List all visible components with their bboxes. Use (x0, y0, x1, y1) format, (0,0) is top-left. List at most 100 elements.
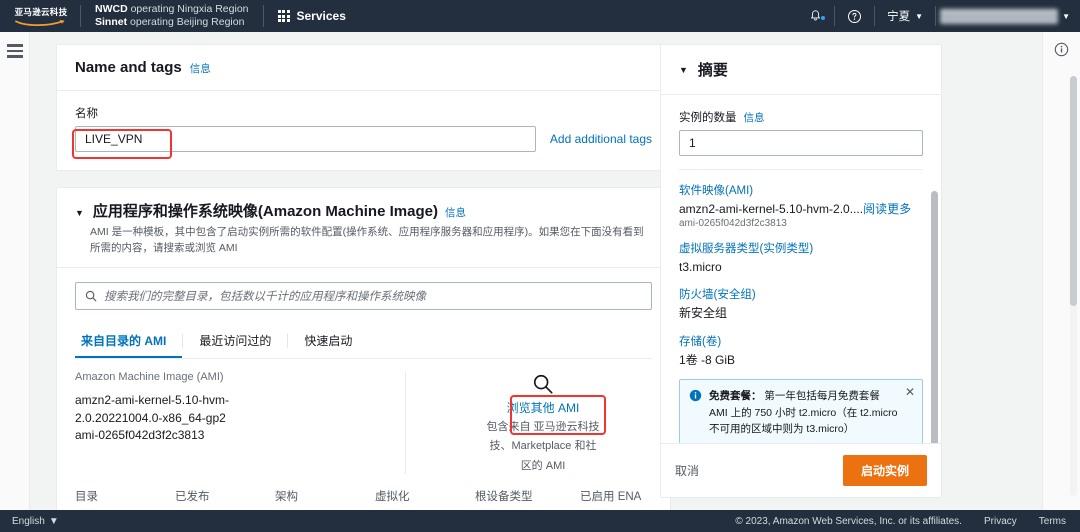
ami-search-box[interactable]: 搜索我们的完整目录，包括数以千计的应用程序和操作系统映像 (75, 281, 652, 310)
collapse-caret-icon[interactable]: ▼ (679, 65, 688, 75)
chevron-down-icon: ▼ (915, 11, 924, 21)
th-published: 已发布 (175, 491, 210, 503)
summary-scrollbar[interactable] (931, 191, 938, 443)
chevron-down-icon: ▼ (48, 515, 59, 527)
free-tier-alert-bold: 免费套餐： (709, 389, 762, 402)
tab-recently-visited[interactable]: 最近访问过的 (183, 324, 287, 358)
region-operator-info: NWCD operating Ningxia Region Sinnet ope… (81, 3, 263, 29)
summary-value-firewall: 新安全组 (679, 306, 728, 321)
browse-more-amis-panel: 浏览其他 AMI 包含来自 亚马逊云科技 技、Marketplace 和社 区的… (405, 370, 652, 474)
terms-link[interactable]: Terms (1039, 516, 1066, 527)
search-icon (533, 374, 553, 394)
read-more-link[interactable]: 阅读更多 (863, 202, 911, 216)
services-menu-button[interactable]: Services (264, 9, 358, 23)
logo-text: 亚马逊云科技 (14, 7, 68, 17)
search-icon (85, 290, 97, 301)
summary-link-ami[interactable]: 软件映像(AMI) (679, 182, 923, 198)
summary-header: ▼ 摘要 (661, 45, 941, 95)
ami-selected-info: Amazon Machine Image (AMI) amzn2-ami-ker… (75, 371, 405, 475)
page-scrollbar[interactable] (1070, 76, 1077, 496)
summary-title: 摘要 (697, 62, 728, 79)
summary-value-storage: 1卷 -8 GiB (679, 352, 736, 367)
info-link[interactable]: 信息 (744, 110, 765, 125)
page-title: Name and tags (75, 59, 182, 76)
grid-icon (277, 10, 290, 22)
language-label: English (12, 515, 45, 527)
copyright-text: © 2023, Amazon Web Services, Inc. or its… (735, 515, 962, 527)
info-link[interactable]: 信息 (190, 61, 211, 76)
th-catalog: 目录 (75, 491, 98, 503)
summary-value-instance-type: t3.micro (679, 260, 722, 275)
info-circle-icon[interactable] (1054, 42, 1069, 57)
name-and-tags-body: 名称 Add additional tags (57, 91, 670, 170)
help-button[interactable] (835, 9, 874, 24)
th-root-device-type: 根设备类型 (475, 491, 533, 503)
ami-header: ▼ 应用程序和操作系统映像(Amazon Machine Image) 信息 A… (57, 188, 670, 267)
summary-panel: ▼ 摘要 实例的数量 信息 软件映像(AMI) amzn2-ami-kernel… (660, 44, 942, 498)
th-architecture: 架构 (275, 491, 298, 503)
free-tier-alert-text: 免费套餐： 第一年包括每月免费套餐 AMI 上的 750 小时 t2.micro… (709, 388, 913, 438)
name-input[interactable] (75, 126, 536, 152)
ami-section-title: 应用程序和操作系统映像(Amazon Machine Image) (92, 203, 438, 220)
aws-logo[interactable]: 亚马逊云科技 (0, 6, 80, 26)
instance-count-label-row: 实例的数量 信息 (679, 109, 923, 125)
name-and-tags-header: Name and tags 信息 (57, 45, 670, 91)
summary-link-instance-type[interactable]: 虚拟服务器类型(实例类型) (679, 240, 923, 256)
top-navigation-bar: 亚马逊云科技 NWCD operating Ningxia Region Sin… (0, 0, 1080, 32)
free-tier-alert: 免费套餐： 第一年包括每月免费套餐 AMI 上的 750 小时 t2.micro… (679, 378, 923, 443)
chevron-down-icon: ▼ (1062, 11, 1070, 21)
ami-title-row: ▼ 应用程序和操作系统映像(Amazon Machine Image) 信息 (75, 200, 652, 221)
page-body: Name and tags 信息 名称 Add additional tags … (0, 32, 1080, 532)
browse-more-amis-link[interactable]: 浏览其他 AMI (434, 399, 652, 416)
instance-count-label: 实例的数量 (679, 112, 737, 124)
ami-detail: Amazon Machine Image (AMI) amzn2-ami-ker… (57, 359, 670, 475)
summary-card: ▼ 摘要 实例的数量 信息 软件映像(AMI) amzn2-ami-kernel… (660, 44, 942, 498)
notifications-button[interactable] (797, 9, 834, 23)
name-field-label: 名称 (75, 108, 98, 120)
privacy-link[interactable]: Privacy (984, 516, 1017, 527)
footer-right-group: © 2023, Amazon Web Services, Inc. or its… (735, 516, 1080, 527)
browse-sub-line2: 技、Marketplace 和社 (489, 440, 597, 452)
launch-instance-button[interactable]: 启动实例 (842, 455, 927, 486)
left-rail (0, 32, 30, 510)
sinnet-region: operating Beijing Region (127, 16, 245, 28)
menu-toggle-button[interactable] (6, 44, 23, 58)
ami-tabs: 来自目录的 AMI 最近访问过的 快速启动 (75, 324, 652, 359)
services-label: Services (296, 9, 346, 23)
region-selector-label: 宁夏 (887, 11, 911, 23)
region-selector[interactable]: 宁夏 ▼ (875, 8, 935, 24)
tab-quick-start[interactable]: 快速启动 (288, 324, 368, 358)
account-menu[interactable]: ▼ (936, 8, 1080, 24)
info-link[interactable]: 信息 (445, 205, 466, 220)
add-additional-tags-link[interactable]: Add additional tags (550, 132, 652, 146)
summary-value-ami: amzn2-ami-kernel-5.10-hvm-2.0....阅读更多 (679, 201, 923, 217)
ami-search-wrap: 搜索我们的完整目录，包括数以千计的应用程序和操作系统映像 (57, 268, 670, 310)
summary-link-storage[interactable]: 存储(卷) (679, 333, 923, 349)
summary-ami-id: ami-0265f042d3f2c3813 (679, 218, 787, 230)
summary-link-firewall[interactable]: 防火墙(安全组) (679, 286, 923, 302)
ami-name-line2: 2.0.20221004.0-x86_64-gp2 (75, 411, 226, 426)
notification-dot (821, 16, 826, 20)
ami-description: AMI 是一种模板，其中包含了启动实例所需的软件配置(操作系统、应用程序服务器和… (90, 226, 644, 254)
ami-name-line1: amzn2-ami-kernel-5.10-hvm- (75, 392, 230, 407)
language-selector[interactable]: English ▼ (0, 516, 59, 527)
tab-catalog-ami[interactable]: 来自目录的 AMI (75, 324, 182, 358)
info-circle-icon (689, 389, 702, 401)
collapse-caret-icon[interactable]: ▼ (75, 208, 84, 218)
sinnet-label: Sinnet (95, 16, 128, 28)
instance-count-input[interactable] (679, 130, 923, 156)
divider (679, 169, 923, 170)
nwcd-region: operating Ningxia Region (127, 2, 249, 15)
account-name-redacted (940, 8, 1059, 24)
summary-item-instance-type: 虚拟服务器类型(实例类型) t3.micro (679, 240, 923, 275)
nav-right-group: 宁夏 ▼ ▼ (797, 0, 1080, 32)
footer-bar: English ▼ © 2023, Amazon Web Services, I… (0, 510, 1080, 532)
th-virtualization: 虚拟化 (375, 491, 410, 503)
cancel-button[interactable]: 取消 (675, 462, 699, 479)
browse-sub-line1: 包含来自 亚马逊云科技 (486, 420, 600, 433)
launch-instance-form: Name and tags 信息 名称 Add additional tags … (56, 44, 671, 532)
summary-item-firewall: 防火墙(安全组) 新安全组 (679, 286, 923, 321)
close-icon[interactable]: ✕ (905, 386, 915, 398)
nwcd-label: NWCD (95, 2, 128, 15)
summary-scroll-region: 实例的数量 信息 软件映像(AMI) amzn2-ami-kernel-5.10… (661, 95, 941, 443)
